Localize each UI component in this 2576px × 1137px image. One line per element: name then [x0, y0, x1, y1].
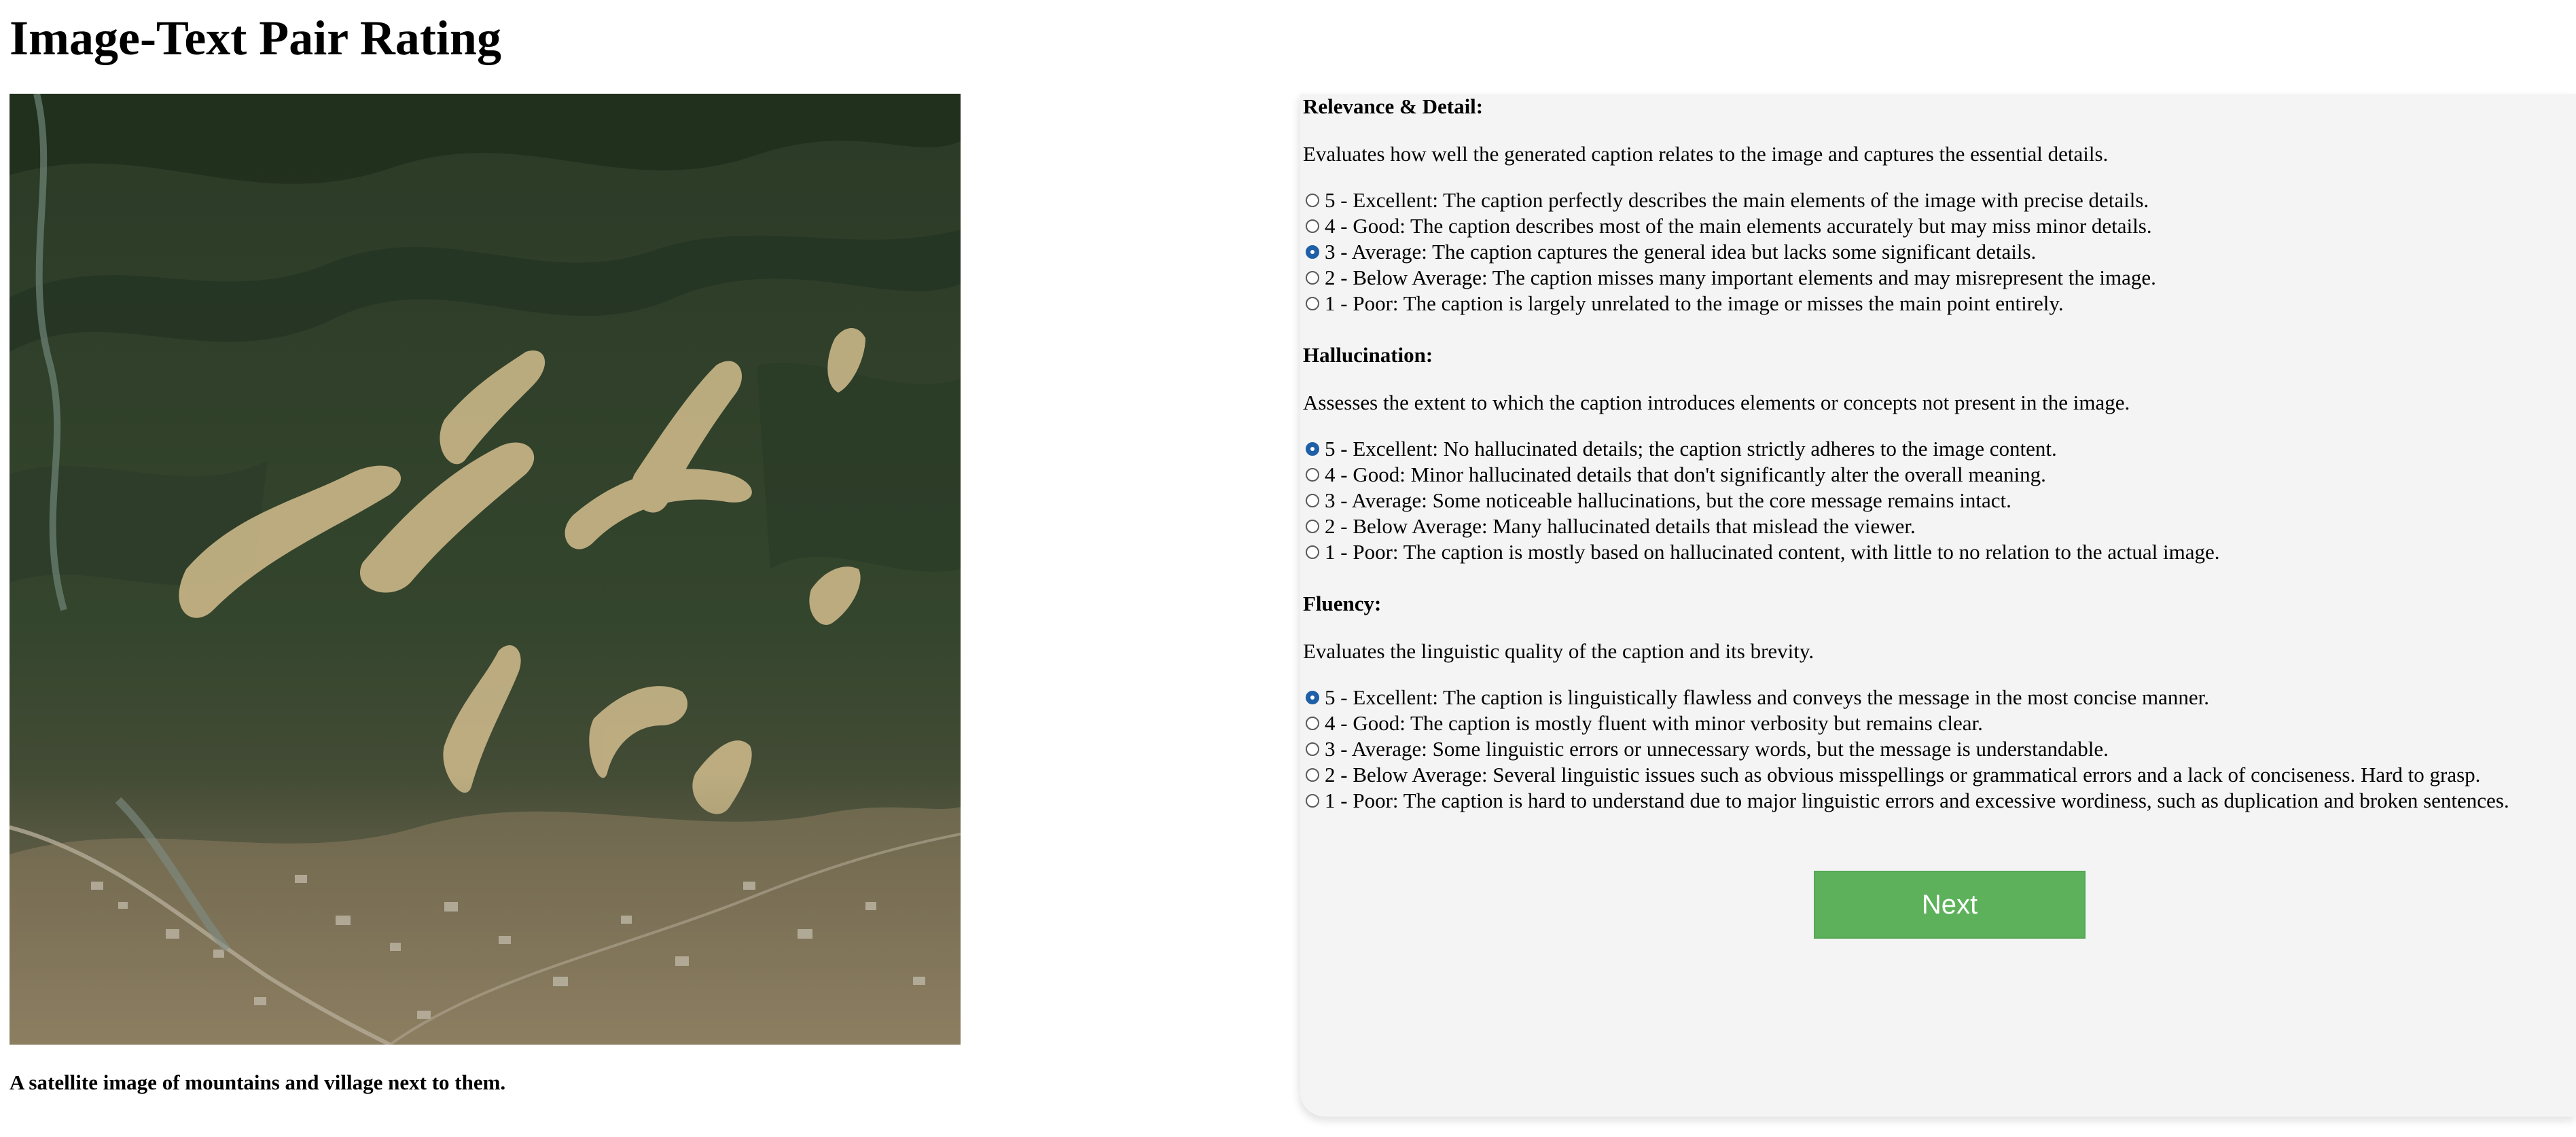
- criterion-description: Assesses the extent to which the caption…: [1303, 391, 2130, 414]
- hallucination-option-2[interactable]: 2 - Below Average: Many hallucinated det…: [1303, 513, 2569, 539]
- radio-button[interactable]: [1306, 768, 1319, 782]
- rating-panel: Relevance & Detail: Evaluates how well t…: [1300, 94, 2576, 1117]
- radio-button[interactable]: [1306, 271, 1319, 285]
- radio-button[interactable]: [1306, 494, 1319, 507]
- fluency-option-3[interactable]: 3 - Average: Some linguistic errors or u…: [1303, 736, 2569, 762]
- option-label: 4 - Good: The caption describes most of …: [1325, 214, 2152, 238]
- criterion-title: Fluency:: [1303, 592, 1382, 615]
- option-label: 4 - Good: The caption is mostly fluent w…: [1325, 711, 1983, 735]
- option-label: 3 - Average: Some noticeable hallucinati…: [1325, 488, 2011, 512]
- radio-button[interactable]: [1306, 219, 1319, 233]
- radio-button[interactable]: [1306, 442, 1319, 456]
- radio-button[interactable]: [1306, 794, 1319, 808]
- radio-button[interactable]: [1306, 297, 1319, 310]
- criterion-description: Evaluates the linguistic quality of the …: [1303, 639, 1814, 663]
- relevance-option-5[interactable]: 5 - Excellent: The caption perfectly des…: [1303, 187, 2569, 213]
- option-label: 2 - Below Average: The caption misses ma…: [1325, 266, 2156, 289]
- option-label: 5 - Excellent: No hallucinated details; …: [1325, 437, 2057, 461]
- relevance-option-3[interactable]: 3 - Average: The caption captures the ge…: [1303, 239, 2569, 265]
- fluency-option-2[interactable]: 2 - Below Average: Several linguistic is…: [1303, 762, 2569, 788]
- criterion-title: Relevance & Detail:: [1303, 94, 1484, 118]
- option-label: 1 - Poor: The caption is largely unrelat…: [1325, 291, 2064, 315]
- relevance-option-4[interactable]: 4 - Good: The caption describes most of …: [1303, 213, 2569, 239]
- radio-button[interactable]: [1306, 520, 1319, 533]
- page-title: Image-Text Pair Rating: [10, 11, 501, 65]
- radio-button[interactable]: [1306, 691, 1319, 704]
- fluency-option-1[interactable]: 1 - Poor: The caption is hard to underst…: [1303, 788, 2569, 814]
- option-label: 1 - Poor: The caption is mostly based on…: [1325, 540, 2220, 564]
- next-button[interactable]: Next: [1814, 871, 2086, 939]
- radio-button[interactable]: [1306, 742, 1319, 756]
- criterion-fluency: Fluency: Evaluates the linguistic qualit…: [1303, 591, 2569, 814]
- radio-button[interactable]: [1306, 717, 1319, 730]
- radio-button[interactable]: [1306, 545, 1319, 559]
- option-label: 4 - Good: Minor hallucinated details tha…: [1325, 463, 2046, 486]
- radio-button[interactable]: [1306, 468, 1319, 482]
- hallucination-option-3[interactable]: 3 - Average: Some noticeable hallucinati…: [1303, 488, 2569, 513]
- option-label: 5 - Excellent: The caption perfectly des…: [1325, 188, 2149, 212]
- rating-page: Image-Text Pair Rating A satellite image…: [0, 0, 2576, 1137]
- relevance-option-2[interactable]: 2 - Below Average: The caption misses ma…: [1303, 265, 2569, 291]
- option-label: 3 - Average: The caption captures the ge…: [1325, 240, 2037, 264]
- hallucination-option-4[interactable]: 4 - Good: Minor hallucinated details tha…: [1303, 462, 2569, 488]
- option-label: 1 - Poor: The caption is hard to underst…: [1325, 789, 2509, 812]
- criterion-description: Evaluates how well the generated caption…: [1303, 142, 2109, 166]
- relevance-option-1[interactable]: 1 - Poor: The caption is largely unrelat…: [1303, 291, 2569, 317]
- criterion-hallucination: Hallucination: Assesses the extent to wh…: [1303, 342, 2569, 565]
- fluency-option-5[interactable]: 5 - Excellent: The caption is linguistic…: [1303, 685, 2569, 710]
- option-label: 3 - Average: Some linguistic errors or u…: [1325, 737, 2109, 761]
- criterion-title: Hallucination:: [1303, 343, 1433, 367]
- option-label: 5 - Excellent: The caption is linguistic…: [1325, 685, 2209, 709]
- fluency-option-4[interactable]: 4 - Good: The caption is mostly fluent w…: [1303, 710, 2569, 736]
- radio-button[interactable]: [1306, 245, 1319, 259]
- image-caption: A satellite image of mountains and villa…: [10, 1070, 506, 1094]
- radio-button[interactable]: [1306, 194, 1319, 207]
- option-label: 2 - Below Average: Many hallucinated det…: [1325, 514, 1916, 538]
- hallucination-option-1[interactable]: 1 - Poor: The caption is mostly based on…: [1303, 539, 2569, 565]
- hallucination-option-5[interactable]: 5 - Excellent: No hallucinated details; …: [1303, 436, 2569, 462]
- criterion-relevance: Relevance & Detail: Evaluates how well t…: [1303, 94, 2569, 317]
- option-label: 2 - Below Average: Several linguistic is…: [1325, 763, 2481, 787]
- satellite-image: [10, 94, 961, 1045]
